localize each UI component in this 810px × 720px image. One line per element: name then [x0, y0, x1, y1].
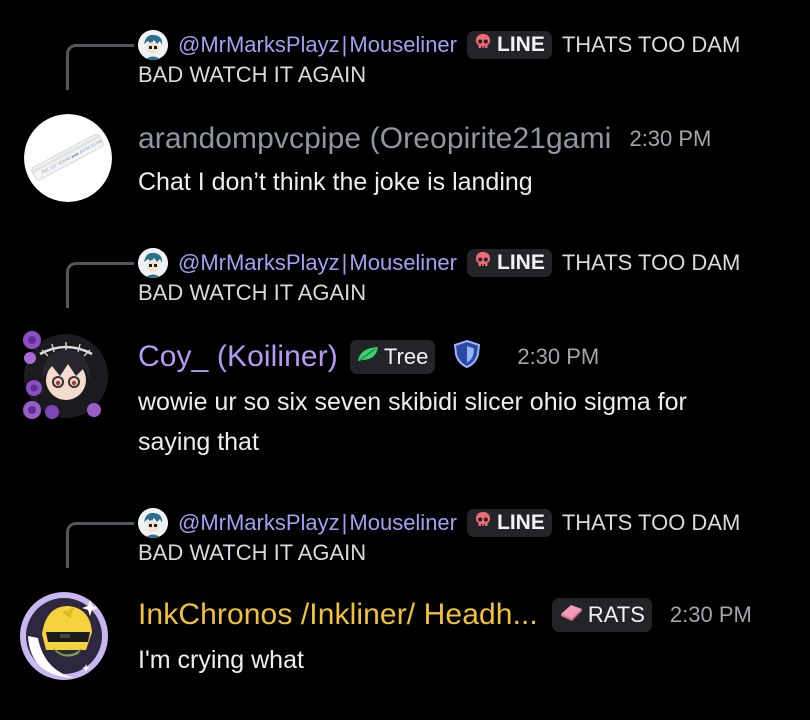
timestamp[interactable]: 2:30 PM — [517, 344, 599, 370]
replied-user-alias[interactable]: Mouseliner — [349, 250, 457, 276]
role-tag-label: RATS — [587, 602, 645, 627]
message-header: arandompvcpipe (Oreopirite21gami 2:30 PM — [138, 122, 711, 156]
skull-icon — [473, 32, 493, 58]
eraser-icon — [558, 602, 584, 628]
replied-user-name[interactable]: @MrMarksPlayz — [178, 510, 340, 536]
message-line: saying that — [138, 428, 259, 456]
shield-icon[interactable] — [451, 338, 483, 375]
avatar[interactable]: PVC 1/2" SCH40 ▪▪▪ ASTM D1785 — [24, 114, 112, 202]
replied-message-text-continued[interactable]: BAD WATCH IT AGAIN — [138, 62, 366, 88]
author-name[interactable]: InkChronos /Inkliner/ Headh... — [138, 598, 538, 632]
name-separator: | — [341, 510, 348, 535]
author-name[interactable]: Coy_ (Koiliner) — [138, 340, 338, 374]
message-line: I'm crying what — [138, 646, 304, 674]
role-tag-label: LINE — [497, 251, 545, 274]
name-separator: | — [341, 32, 348, 57]
reply-preview[interactable]: @MrMarksPlayz | Mouseliner LINE THATS TO… — [138, 508, 810, 538]
replied-message-text[interactable]: THATS TOO DAM — [562, 32, 740, 58]
replied-user-avatar[interactable] — [138, 248, 168, 278]
role-tag[interactable]: RATS — [551, 598, 652, 632]
message-content: I'm crying what — [138, 640, 788, 680]
message-line: Chat I don’t think the joke is landing — [138, 168, 533, 196]
leaf-icon — [356, 344, 380, 370]
reply-connector — [66, 262, 134, 308]
replied-user-name[interactable]: @MrMarksPlayz — [178, 250, 340, 276]
message-header: InkChronos /Inkliner/ Headh... RATS 2:30… — [138, 598, 752, 632]
role-tag[interactable]: Tree — [349, 339, 436, 374]
name-separator: | — [341, 250, 348, 275]
reply-preview[interactable]: @MrMarksPlayz | Mouseliner LINE THATS TO… — [138, 30, 810, 60]
reply-connector — [66, 44, 134, 90]
replied-user-name[interactable]: @MrMarksPlayz — [178, 32, 340, 58]
role-tag[interactable]: LINE — [467, 249, 552, 277]
reply-connector — [66, 522, 134, 568]
replied-message-text-continued[interactable]: BAD WATCH IT AGAIN — [138, 540, 366, 566]
author-name[interactable]: arandompvcpipe (Oreopirite21gami — [138, 122, 611, 156]
skull-icon — [473, 510, 493, 536]
replied-user-alias[interactable]: Mouseliner — [349, 32, 457, 58]
role-tag-label: LINE — [497, 511, 545, 534]
timestamp[interactable]: 2:30 PM — [670, 602, 752, 628]
message-line: wowie ur so six seven skibidi slicer ohi… — [138, 388, 687, 416]
role-tag[interactable]: LINE — [467, 31, 552, 59]
replied-user-avatar[interactable] — [138, 30, 168, 60]
message-content: wowie ur so six seven skibidi slicer ohi… — [138, 382, 788, 462]
role-tag[interactable]: LINE — [467, 509, 552, 537]
replied-user-alias[interactable]: Mouseliner — [349, 510, 457, 536]
skull-icon — [473, 250, 493, 276]
message-header: Coy_ (Koiliner) Tree 2:30 PM — [138, 338, 599, 375]
role-tag-label: Tree — [383, 343, 429, 369]
timestamp[interactable]: 2:30 PM — [629, 126, 711, 152]
role-tag-label: LINE — [497, 33, 545, 56]
replied-user-avatar[interactable] — [138, 508, 168, 538]
avatar[interactable] — [16, 588, 112, 684]
reply-preview[interactable]: @MrMarksPlayz | Mouseliner LINE THATS TO… — [138, 248, 810, 278]
avatar[interactable] — [18, 328, 114, 424]
replied-message-text[interactable]: THATS TOO DAM — [562, 250, 740, 276]
replied-message-text[interactable]: THATS TOO DAM — [562, 510, 740, 536]
message-content: Chat I don’t think the joke is landing — [138, 162, 788, 202]
replied-message-text-continued[interactable]: BAD WATCH IT AGAIN — [138, 280, 366, 306]
